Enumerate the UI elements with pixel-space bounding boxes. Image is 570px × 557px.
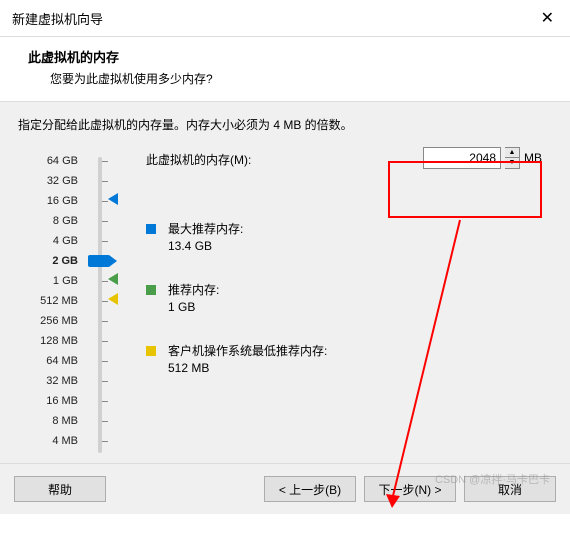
legend-max: 最大推荐内存: 13.4 GB (146, 220, 552, 253)
watermark: CSDN @凉拌·马卡巴卡 (435, 471, 550, 487)
close-icon[interactable]: ✕ (535, 8, 560, 28)
scale-label: 4 GB (18, 231, 78, 251)
legend-label: 推荐内存: (168, 281, 219, 298)
scale-label: 64 MB (18, 351, 78, 371)
scale-label: 4 MB (18, 431, 78, 451)
min-recommended-marker (108, 293, 118, 305)
spinner-down-icon[interactable]: ▼ (505, 158, 519, 168)
legend-value: 512 MB (168, 361, 327, 375)
recommended-marker (108, 273, 118, 285)
instruction-text: 指定分配给此虚拟机的内存量。内存大小必须为 4 MB 的倍数。 (18, 116, 552, 133)
scale-label: 256 MB (18, 311, 78, 331)
scale-label: 2 GB (18, 251, 78, 271)
square-icon (146, 285, 156, 295)
scale-label: 64 GB (18, 151, 78, 171)
spinner-up-icon[interactable]: ▲ (505, 148, 519, 158)
scale-label: 8 MB (18, 411, 78, 431)
scale-label: 16 MB (18, 391, 78, 411)
legend-value: 13.4 GB (168, 239, 243, 253)
max-recommended-marker (108, 193, 118, 205)
memory-slider[interactable] (94, 151, 130, 451)
legend-value: 1 GB (168, 300, 219, 314)
back-button[interactable]: < 上一步(B) (264, 476, 356, 502)
help-button[interactable]: 帮助 (14, 476, 106, 502)
page-subtitle: 您要为此虚拟机使用多少内存? (50, 70, 556, 87)
scale-label: 128 MB (18, 331, 78, 351)
scale-label: 16 GB (18, 191, 78, 211)
memory-label: 此虚拟机的内存(M): (146, 151, 251, 168)
slider-thumb[interactable] (88, 255, 110, 267)
memory-scale: 64 GB32 GB16 GB8 GB4 GB2 GB1 GB512 MB256… (18, 151, 78, 451)
square-icon (146, 346, 156, 356)
scale-label: 1 GB (18, 271, 78, 291)
legend-label: 最大推荐内存: (168, 220, 243, 237)
square-icon (146, 224, 156, 234)
memory-unit: MB (524, 151, 542, 165)
legend-recommended: 推荐内存: 1 GB (146, 281, 552, 314)
window-title: 新建虚拟机向导 (12, 9, 103, 28)
page-title: 此虚拟机的内存 (28, 47, 556, 66)
memory-spinner[interactable]: ▲ ▼ (505, 147, 520, 169)
memory-input[interactable] (423, 147, 501, 169)
scale-label: 32 MB (18, 371, 78, 391)
scale-label: 8 GB (18, 211, 78, 231)
legend-label: 客户机操作系统最低推荐内存: (168, 342, 327, 359)
scale-label: 512 MB (18, 291, 78, 311)
legend-min: 客户机操作系统最低推荐内存: 512 MB (146, 342, 552, 375)
scale-label: 32 GB (18, 171, 78, 191)
